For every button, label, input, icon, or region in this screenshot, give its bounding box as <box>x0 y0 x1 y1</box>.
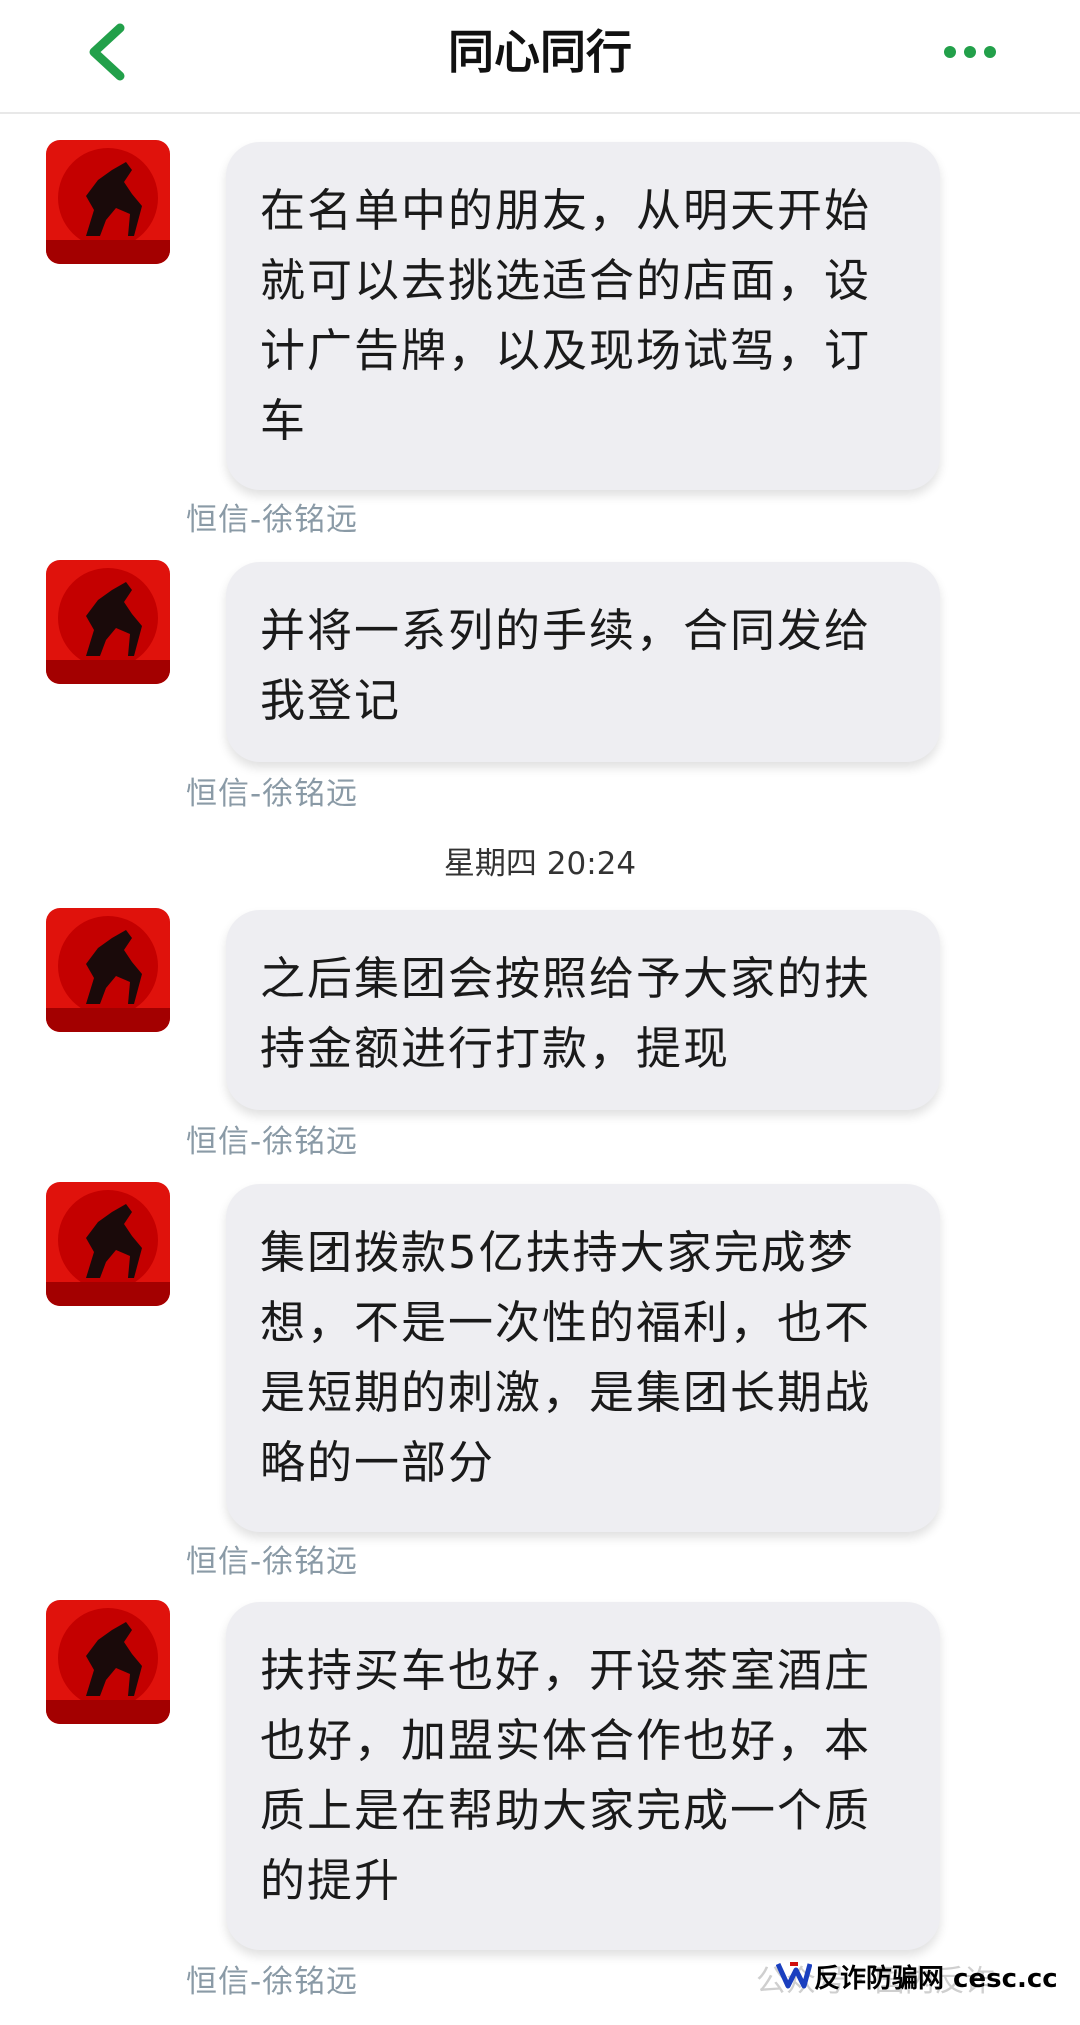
message-text: 集团拨款5亿扶持大家完成梦想，不是一次性的福利，也不是短期的刺激，是集团长期战略… <box>260 1226 872 1489</box>
horse-avatar-icon <box>46 908 170 1032</box>
message-text: 在名单中的朋友，从明天开始就可以去挑选适合的店面，设计广告牌，以及现场试驾，订车 <box>260 184 872 447</box>
avatar[interactable] <box>46 1182 170 1306</box>
message-bubble[interactable]: 扶持买车也好，开设茶室酒庄也好，加盟实体合作也好，本质上是在帮助大家完成一个质的… <box>226 1602 940 1950</box>
horse-avatar-icon <box>46 1600 170 1724</box>
sender-name: 恒信-徐铭远 <box>186 1544 359 1580</box>
message-bubble[interactable]: 集团拨款5亿扶持大家完成梦想，不是一次性的福利，也不是短期的刺激，是集团长期战略… <box>226 1184 940 1532</box>
more-dots-icon[interactable] <box>940 32 1000 72</box>
avatar[interactable] <box>46 1600 170 1724</box>
horse-avatar-icon <box>46 560 170 684</box>
message-text: 之后集团会按照给予大家的扶持金额进行打款，提现 <box>260 952 872 1075</box>
sender-name: 恒信-徐铭远 <box>186 502 359 538</box>
sender-name: 恒信-徐铭远 <box>186 776 359 812</box>
avatar[interactable] <box>46 908 170 1032</box>
avatar[interactable] <box>46 140 170 264</box>
horse-avatar-icon <box>46 140 170 264</box>
watermark: 公众号 · 国内反诈 反诈防骗网 cesc.cc <box>728 1950 1058 2000</box>
message-text: 并将一系列的手续，合同发给我登记 <box>260 604 872 727</box>
horse-avatar-icon <box>46 1182 170 1306</box>
app-header: 同心同行 <box>0 0 1080 114</box>
anti-fraud-logo-icon <box>776 1962 812 1989</box>
avatar[interactable] <box>46 560 170 684</box>
message-timestamp: 星期四 20:24 <box>443 846 637 882</box>
message-bubble[interactable]: 并将一系列的手续，合同发给我登记 <box>226 562 940 762</box>
message-bubble[interactable]: 之后集团会按照给予大家的扶持金额进行打款，提现 <box>226 910 940 1110</box>
sender-name: 恒信-徐铭远 <box>186 1964 359 2000</box>
sender-name: 恒信-徐铭远 <box>186 1124 359 1160</box>
chat-title: 同心同行 <box>448 25 632 79</box>
watermark-text: 反诈防骗网 cesc.cc <box>814 1964 1058 1994</box>
message-text: 扶持买车也好，开设茶室酒庄也好，加盟实体合作也好，本质上是在帮助大家完成一个质的… <box>260 1644 872 1907</box>
message-bubble[interactable]: 在名单中的朋友，从明天开始就可以去挑选适合的店面，设计广告牌，以及现场试驾，订车 <box>226 142 940 490</box>
